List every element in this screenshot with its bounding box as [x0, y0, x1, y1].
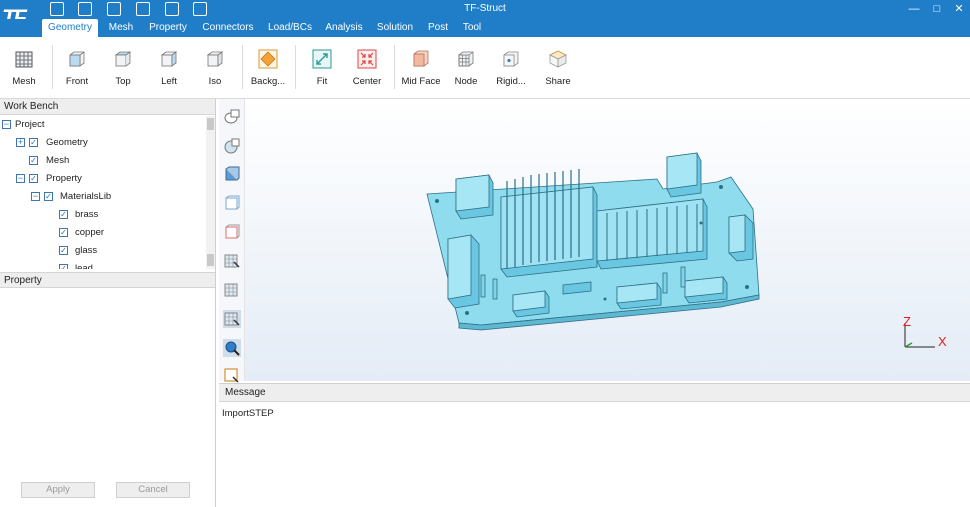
- pick-box-2-icon[interactable]: [223, 281, 241, 299]
- tree-item-label: copper: [75, 227, 105, 238]
- maximize-icon[interactable]: □: [927, 1, 947, 18]
- mesh-button-label: Mesh: [12, 76, 36, 87]
- node-button[interactable]: Node: [444, 47, 488, 97]
- checkbox-checked-icon[interactable]: ✓: [29, 156, 38, 165]
- scrollbar-top-thumb[interactable]: [207, 118, 214, 130]
- minimize-icon[interactable]: —: [904, 1, 924, 18]
- pick-box-3-icon[interactable]: [223, 310, 241, 328]
- view-toolbar: [219, 99, 245, 383]
- tab-tool[interactable]: Tool: [458, 19, 486, 37]
- window-title: TF-Struct: [464, 3, 506, 14]
- select-solid-icon[interactable]: [223, 107, 241, 125]
- tab-load-bcs[interactable]: Load/BCs: [264, 19, 316, 37]
- cancel-button[interactable]: Cancel: [116, 482, 190, 498]
- mid-face-button[interactable]: Mid Face: [399, 47, 443, 97]
- tree-item-label: Geometry: [46, 137, 88, 148]
- tree-item-label: Mesh: [46, 155, 70, 166]
- select-edge-box-icon[interactable]: [223, 223, 241, 241]
- top-view-label: Top: [115, 76, 131, 87]
- tree-item-label: glass: [75, 245, 98, 256]
- title-bar: TF TF-Struct — □ ✕: [0, 0, 970, 30]
- background-button[interactable]: Backg...: [246, 47, 290, 97]
- tab-mesh[interactable]: Mesh: [104, 19, 138, 37]
- tab-solution[interactable]: Solution: [372, 19, 418, 37]
- checkbox-checked-icon[interactable]: ✓: [59, 246, 68, 255]
- iso-view-button[interactable]: Iso: [193, 47, 237, 97]
- iso-view-label: Iso: [208, 76, 222, 87]
- tree-item-label: lead: [75, 263, 93, 269]
- close-icon[interactable]: ✕: [949, 1, 969, 18]
- background-diamond-icon: [258, 49, 278, 69]
- tree-expand-icon[interactable]: +: [16, 138, 25, 147]
- fit-arrows-icon: [312, 49, 332, 69]
- tree-item-label: brass: [75, 209, 99, 220]
- left-view-label: Left: [161, 76, 177, 87]
- message-panel: Message ImportSTEP: [219, 383, 970, 507]
- pick-box-icon[interactable]: [223, 252, 241, 270]
- checkbox-checked-icon[interactable]: ✓: [59, 264, 68, 269]
- checkbox-checked-icon[interactable]: ✓: [59, 210, 68, 219]
- axis-z-label: Z: [903, 314, 911, 329]
- checkbox-checked-icon[interactable]: ✓: [59, 228, 68, 237]
- checkbox-checked-icon[interactable]: ✓: [29, 138, 38, 147]
- share-cube-icon: [549, 50, 567, 68]
- tree-collapse-icon[interactable]: −: [16, 174, 25, 183]
- message-header: Message: [219, 384, 970, 402]
- workbench-tree[interactable]: − Project + ✓ Geometry ✓ Mesh − ✓ Proper…: [0, 116, 206, 269]
- front-view-cube-icon: [69, 51, 85, 67]
- top-view-button[interactable]: Top: [101, 47, 145, 97]
- rigid-button[interactable]: Rigid...: [489, 47, 533, 97]
- tree-collapse-icon[interactable]: −: [31, 192, 40, 201]
- rigid-icon: [503, 51, 519, 67]
- node-grid-icon: [458, 51, 474, 67]
- tree-scrollbar[interactable]: [206, 116, 215, 269]
- tab-post[interactable]: Post: [424, 19, 452, 37]
- tree-item-label: MaterialsLib: [60, 191, 112, 202]
- tree-item-label: Project: [15, 119, 45, 130]
- front-view-button[interactable]: Front: [55, 47, 99, 97]
- menu-bar: Geometry Mesh Property Connectors Load/B…: [0, 19, 970, 37]
- center-arrows-icon: [357, 49, 377, 69]
- app-window: TF TF-Struct — □ ✕ Geometry Mesh Propert…: [0, 0, 970, 507]
- mesh-button[interactable]: Mesh: [2, 47, 46, 97]
- center-label: Center: [352, 76, 382, 87]
- ribbon-toolbar: Mesh Front Top Left Iso Backg... Fit Cen…: [0, 37, 970, 99]
- center-button[interactable]: Center: [345, 47, 389, 97]
- top-view-cube-icon: [114, 51, 132, 67]
- axis-x-label: X: [938, 334, 947, 349]
- rigid-label: Rigid...: [496, 76, 526, 87]
- tree-collapse-icon[interactable]: −: [2, 120, 11, 129]
- mid-face-icon: [413, 50, 429, 67]
- pcb-model[interactable]: X Z: [245, 99, 970, 381]
- zoom-pick-icon[interactable]: [223, 339, 241, 357]
- apply-button[interactable]: Apply: [21, 482, 95, 498]
- fit-button[interactable]: Fit: [300, 47, 344, 97]
- 3d-viewport[interactable]: X Z: [245, 99, 970, 381]
- background-label: Backg...: [250, 76, 286, 87]
- share-button[interactable]: Share: [536, 47, 580, 97]
- tab-property[interactable]: Property: [144, 19, 192, 37]
- checkbox-checked-icon[interactable]: ✓: [29, 174, 38, 183]
- select-face-icon[interactable]: [223, 136, 241, 154]
- left-view-cube-icon: [160, 51, 178, 67]
- workbench-header: Work Bench: [0, 99, 215, 115]
- left-panel: Work Bench − Project + ✓ Geometry ✓ Mesh…: [0, 99, 216, 507]
- iso-view-cube-icon: [206, 51, 224, 67]
- mesh-grid-icon: [15, 51, 33, 68]
- tab-analysis[interactable]: Analysis: [322, 19, 366, 37]
- tree-item-label: Property: [46, 173, 82, 184]
- share-label: Share: [545, 76, 571, 87]
- property-header: Property: [0, 272, 215, 288]
- select-shaded-box-icon[interactable]: [223, 165, 241, 183]
- front-view-label: Front: [65, 76, 89, 87]
- scrollbar-bottom-thumb[interactable]: [207, 254, 214, 266]
- checkbox-checked-icon[interactable]: ✓: [44, 192, 53, 201]
- tab-connectors[interactable]: Connectors: [198, 19, 258, 37]
- select-wire-box-icon[interactable]: [223, 194, 241, 212]
- tab-geometry[interactable]: Geometry: [42, 19, 98, 37]
- message-line: ImportSTEP: [222, 408, 274, 419]
- left-view-button[interactable]: Left: [147, 47, 191, 97]
- axis-triad: X Z: [903, 314, 947, 349]
